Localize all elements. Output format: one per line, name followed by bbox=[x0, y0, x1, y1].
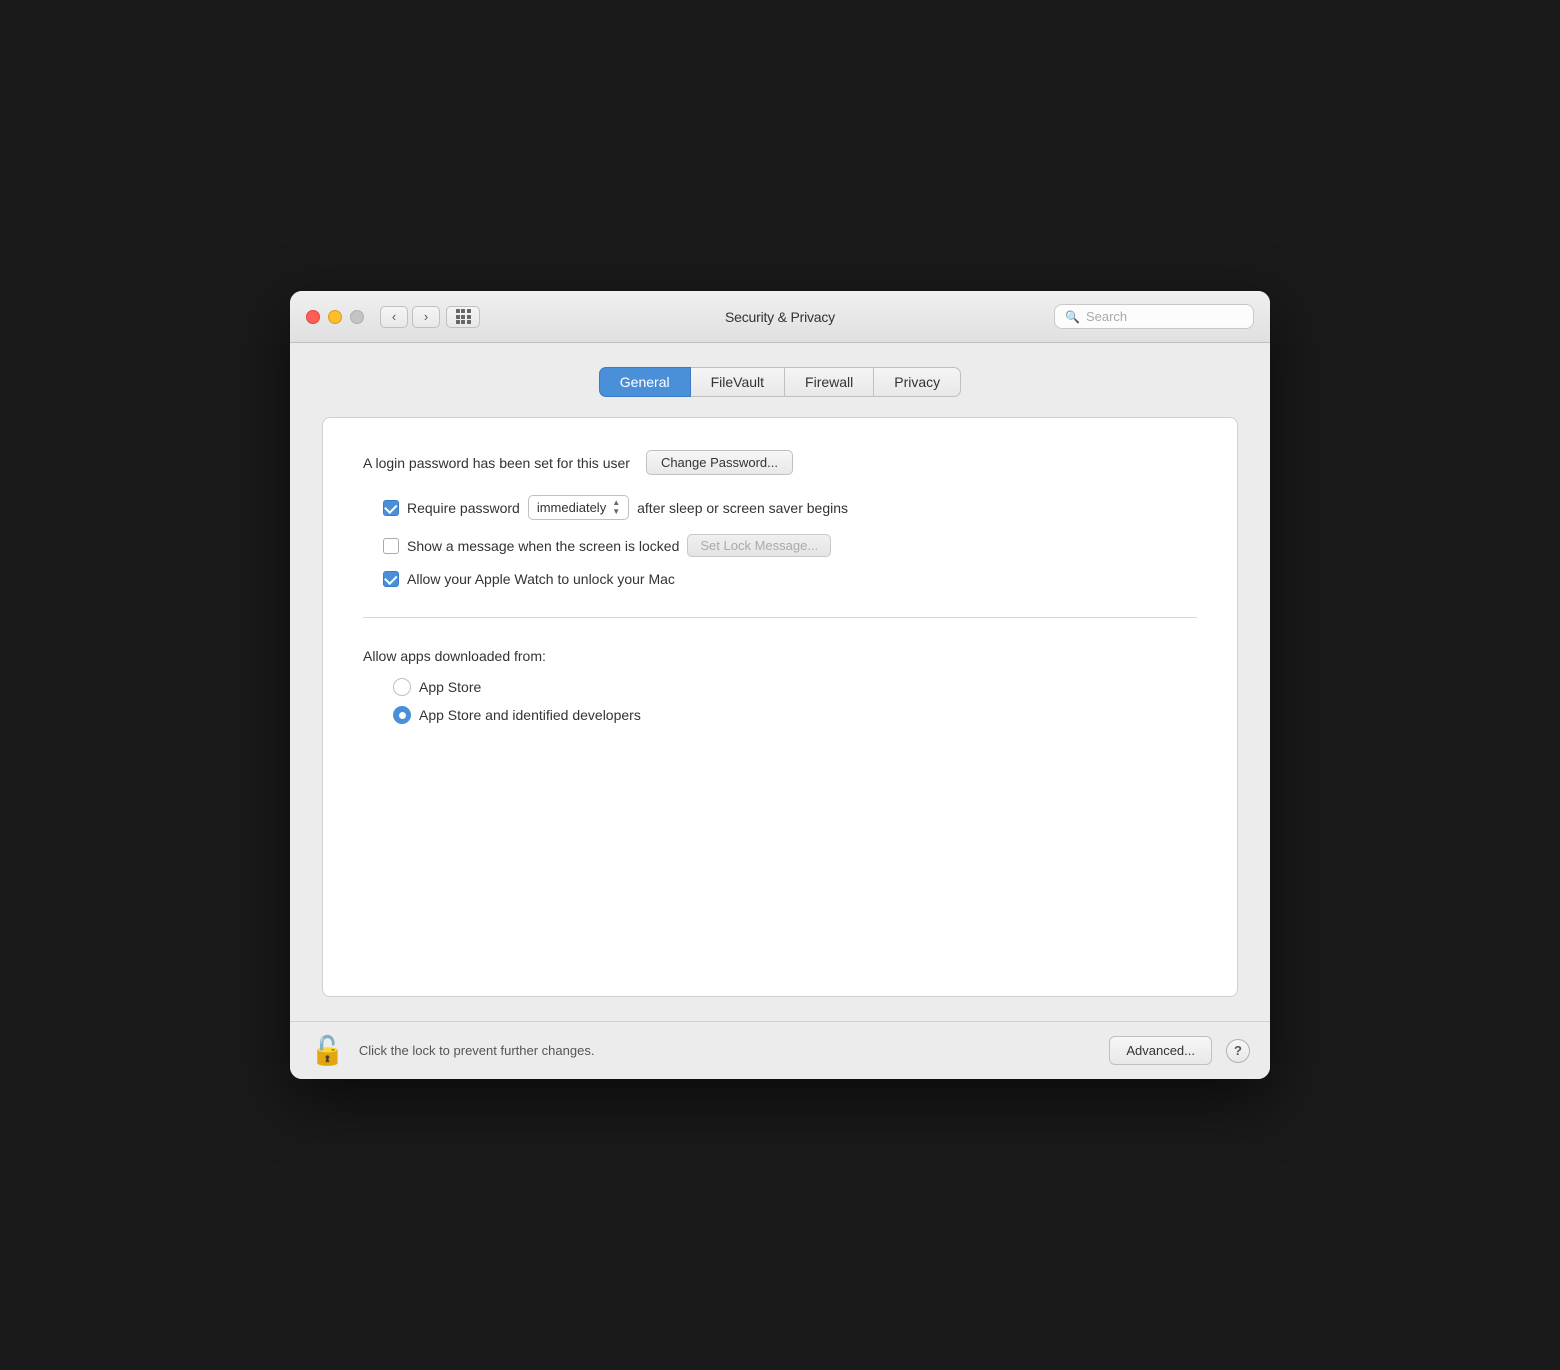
show-message-checkbox[interactable] bbox=[383, 538, 399, 554]
nav-buttons: ‹ › bbox=[380, 306, 440, 328]
back-icon: ‹ bbox=[392, 309, 396, 324]
tab-bar: General FileVault Firewall Privacy bbox=[322, 367, 1238, 397]
lock-text: Click the lock to prevent further change… bbox=[359, 1043, 1095, 1058]
apple-watch-checkbox[interactable] bbox=[383, 571, 399, 587]
section-divider bbox=[363, 617, 1197, 618]
lock-icon[interactable]: 🔓 bbox=[310, 1037, 345, 1065]
grid-icon bbox=[456, 309, 471, 324]
apple-watch-row: Allow your Apple Watch to unlock your Ma… bbox=[383, 571, 1197, 587]
back-button[interactable]: ‹ bbox=[380, 306, 408, 328]
main-content: General FileVault Firewall Privacy A log… bbox=[290, 343, 1270, 1021]
require-password-row: Require password immediately ▲ ▼ after s… bbox=[383, 495, 1197, 520]
require-password-checkbox[interactable] bbox=[383, 500, 399, 516]
tab-general[interactable]: General bbox=[599, 367, 691, 397]
login-password-section: A login password has been set for this u… bbox=[363, 450, 1197, 475]
search-icon: 🔍 bbox=[1065, 310, 1080, 324]
options-list: Require password immediately ▲ ▼ after s… bbox=[383, 495, 1197, 587]
radio-app-store-identified[interactable] bbox=[393, 706, 411, 724]
tab-firewall[interactable]: Firewall bbox=[785, 367, 874, 397]
change-password-button[interactable]: Change Password... bbox=[646, 450, 793, 475]
allow-apps-section: Allow apps downloaded from: App Store Ap… bbox=[363, 648, 1197, 724]
settings-panel: A login password has been set for this u… bbox=[322, 417, 1238, 997]
window: ‹ › Security & Privacy 🔍 General FileVau… bbox=[290, 291, 1270, 1079]
forward-icon: › bbox=[424, 309, 428, 324]
require-password-label: Require password bbox=[407, 500, 520, 516]
show-message-label: Show a message when the screen is locked bbox=[407, 538, 679, 554]
traffic-lights bbox=[306, 310, 364, 324]
radio-row-app-store-identified: App Store and identified developers bbox=[393, 706, 1197, 724]
radio-app-store-label: App Store bbox=[419, 679, 481, 695]
bottom-bar: 🔓 Click the lock to prevent further chan… bbox=[290, 1021, 1270, 1079]
allow-apps-title: Allow apps downloaded from: bbox=[363, 648, 1197, 664]
search-bar: 🔍 bbox=[1054, 304, 1254, 329]
immediately-dropdown[interactable]: immediately ▲ ▼ bbox=[528, 495, 629, 520]
radio-group: App Store App Store and identified devel… bbox=[393, 678, 1197, 724]
login-password-label: A login password has been set for this u… bbox=[363, 455, 630, 471]
help-button[interactable]: ? bbox=[1226, 1039, 1250, 1063]
advanced-button[interactable]: Advanced... bbox=[1109, 1036, 1212, 1065]
set-lock-message-button[interactable]: Set Lock Message... bbox=[687, 534, 831, 557]
grid-button[interactable] bbox=[446, 306, 480, 328]
forward-button[interactable]: › bbox=[412, 306, 440, 328]
dropdown-arrows-icon: ▲ ▼ bbox=[612, 499, 620, 516]
window-title: Security & Privacy bbox=[725, 309, 835, 325]
show-message-row: Show a message when the screen is locked… bbox=[383, 534, 1197, 557]
close-button[interactable] bbox=[306, 310, 320, 324]
radio-row-app-store: App Store bbox=[393, 678, 1197, 696]
titlebar: ‹ › Security & Privacy 🔍 bbox=[290, 291, 1270, 343]
radio-app-store[interactable] bbox=[393, 678, 411, 696]
immediately-value: immediately bbox=[537, 500, 606, 515]
tab-filevault[interactable]: FileVault bbox=[691, 367, 785, 397]
tab-privacy[interactable]: Privacy bbox=[874, 367, 961, 397]
apple-watch-label: Allow your Apple Watch to unlock your Ma… bbox=[407, 571, 675, 587]
radio-app-store-identified-label: App Store and identified developers bbox=[419, 707, 641, 723]
minimize-button[interactable] bbox=[328, 310, 342, 324]
maximize-button[interactable] bbox=[350, 310, 364, 324]
search-input[interactable] bbox=[1086, 309, 1243, 324]
after-sleep-label: after sleep or screen saver begins bbox=[637, 500, 848, 516]
